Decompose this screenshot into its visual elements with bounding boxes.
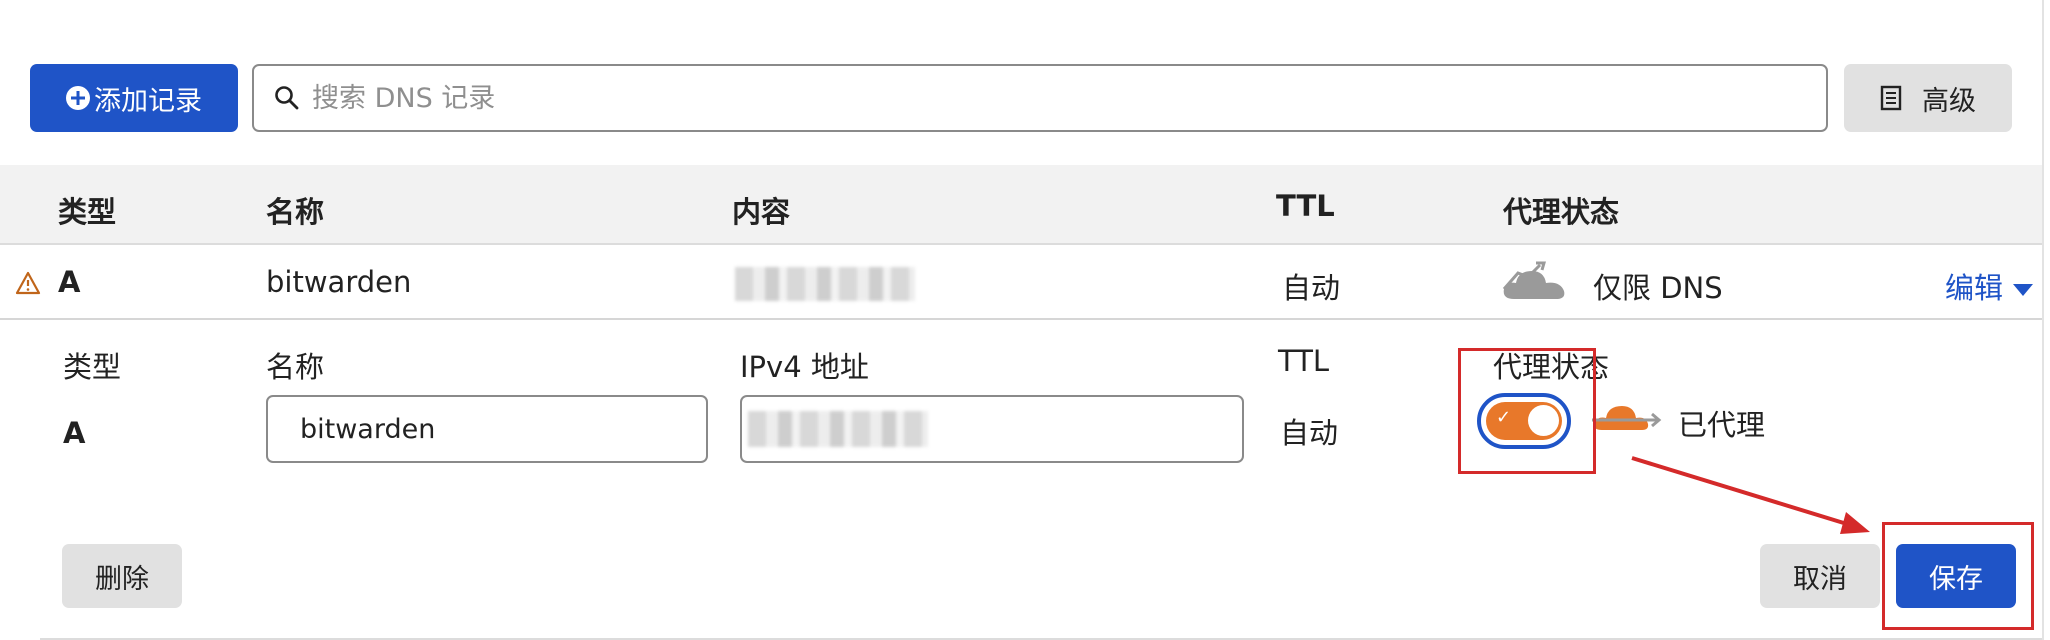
delete-label: 删除 (95, 563, 149, 595)
ipv4-field[interactable] (740, 395, 1244, 463)
delete-button[interactable]: 删除 (62, 544, 182, 608)
cancel-button[interactable]: 取消 (1760, 544, 1880, 608)
name-field[interactable] (266, 395, 708, 463)
advanced-button[interactable]: 高级 (1844, 64, 2012, 132)
ipv4-label: IPv4 地址 (740, 350, 869, 384)
record-type: A (58, 265, 81, 299)
search-icon (275, 86, 299, 110)
annotation-arrow (1631, 456, 1870, 534)
annotation-box-save (1882, 522, 2034, 630)
cloud-proxied-icon (1592, 406, 1662, 430)
cloud-dns-only-icon (1502, 261, 1565, 299)
ttl-value: 自动 (1280, 416, 1339, 450)
column-header-name[interactable]: 名称 (266, 189, 324, 231)
proxy-status-value: 已代理 (1678, 408, 1766, 442)
column-header-content[interactable]: 内容 (732, 189, 790, 231)
add-record-button[interactable]: 添加记录 (30, 64, 238, 132)
chevron-down-icon (2013, 284, 2034, 296)
add-record-label: 添加记录 (94, 85, 202, 117)
ipv4-value-redacted (748, 411, 928, 447)
record-ttl: 自动 (1282, 271, 1341, 305)
record-name: bitwarden (266, 265, 412, 299)
advanced-label: 高级 (1922, 85, 1976, 117)
table-row[interactable]: A bitwarden 自动 仅限 DNS 编辑 (0, 245, 2042, 320)
edit-link[interactable]: 编辑 (1945, 265, 2034, 307)
name-label: 名称 (266, 350, 325, 384)
type-value: A (63, 416, 86, 450)
table-header: 类型 名称 内容 TTL 代理状态 (0, 165, 2042, 245)
plus-circle-icon (66, 86, 90, 110)
column-header-ttl[interactable]: TTL (1276, 189, 1335, 223)
type-label: 类型 (63, 350, 122, 384)
column-header-proxy-status[interactable]: 代理状态 (1503, 189, 1619, 231)
search-input[interactable] (312, 66, 1826, 130)
ttl-label: TTL (1278, 344, 1330, 378)
record-content-redacted (735, 267, 915, 301)
document-icon (1880, 85, 1902, 111)
annotation-box-toggle (1458, 348, 1596, 474)
cancel-label: 取消 (1793, 563, 1847, 595)
edit-label: 编辑 (1945, 271, 2004, 305)
search-box[interactable] (252, 64, 1828, 132)
column-header-type[interactable]: 类型 (58, 189, 116, 231)
panel-border (2042, 0, 2044, 640)
warning-icon (15, 271, 41, 295)
record-proxy-status: 仅限 DNS (1593, 271, 1723, 305)
